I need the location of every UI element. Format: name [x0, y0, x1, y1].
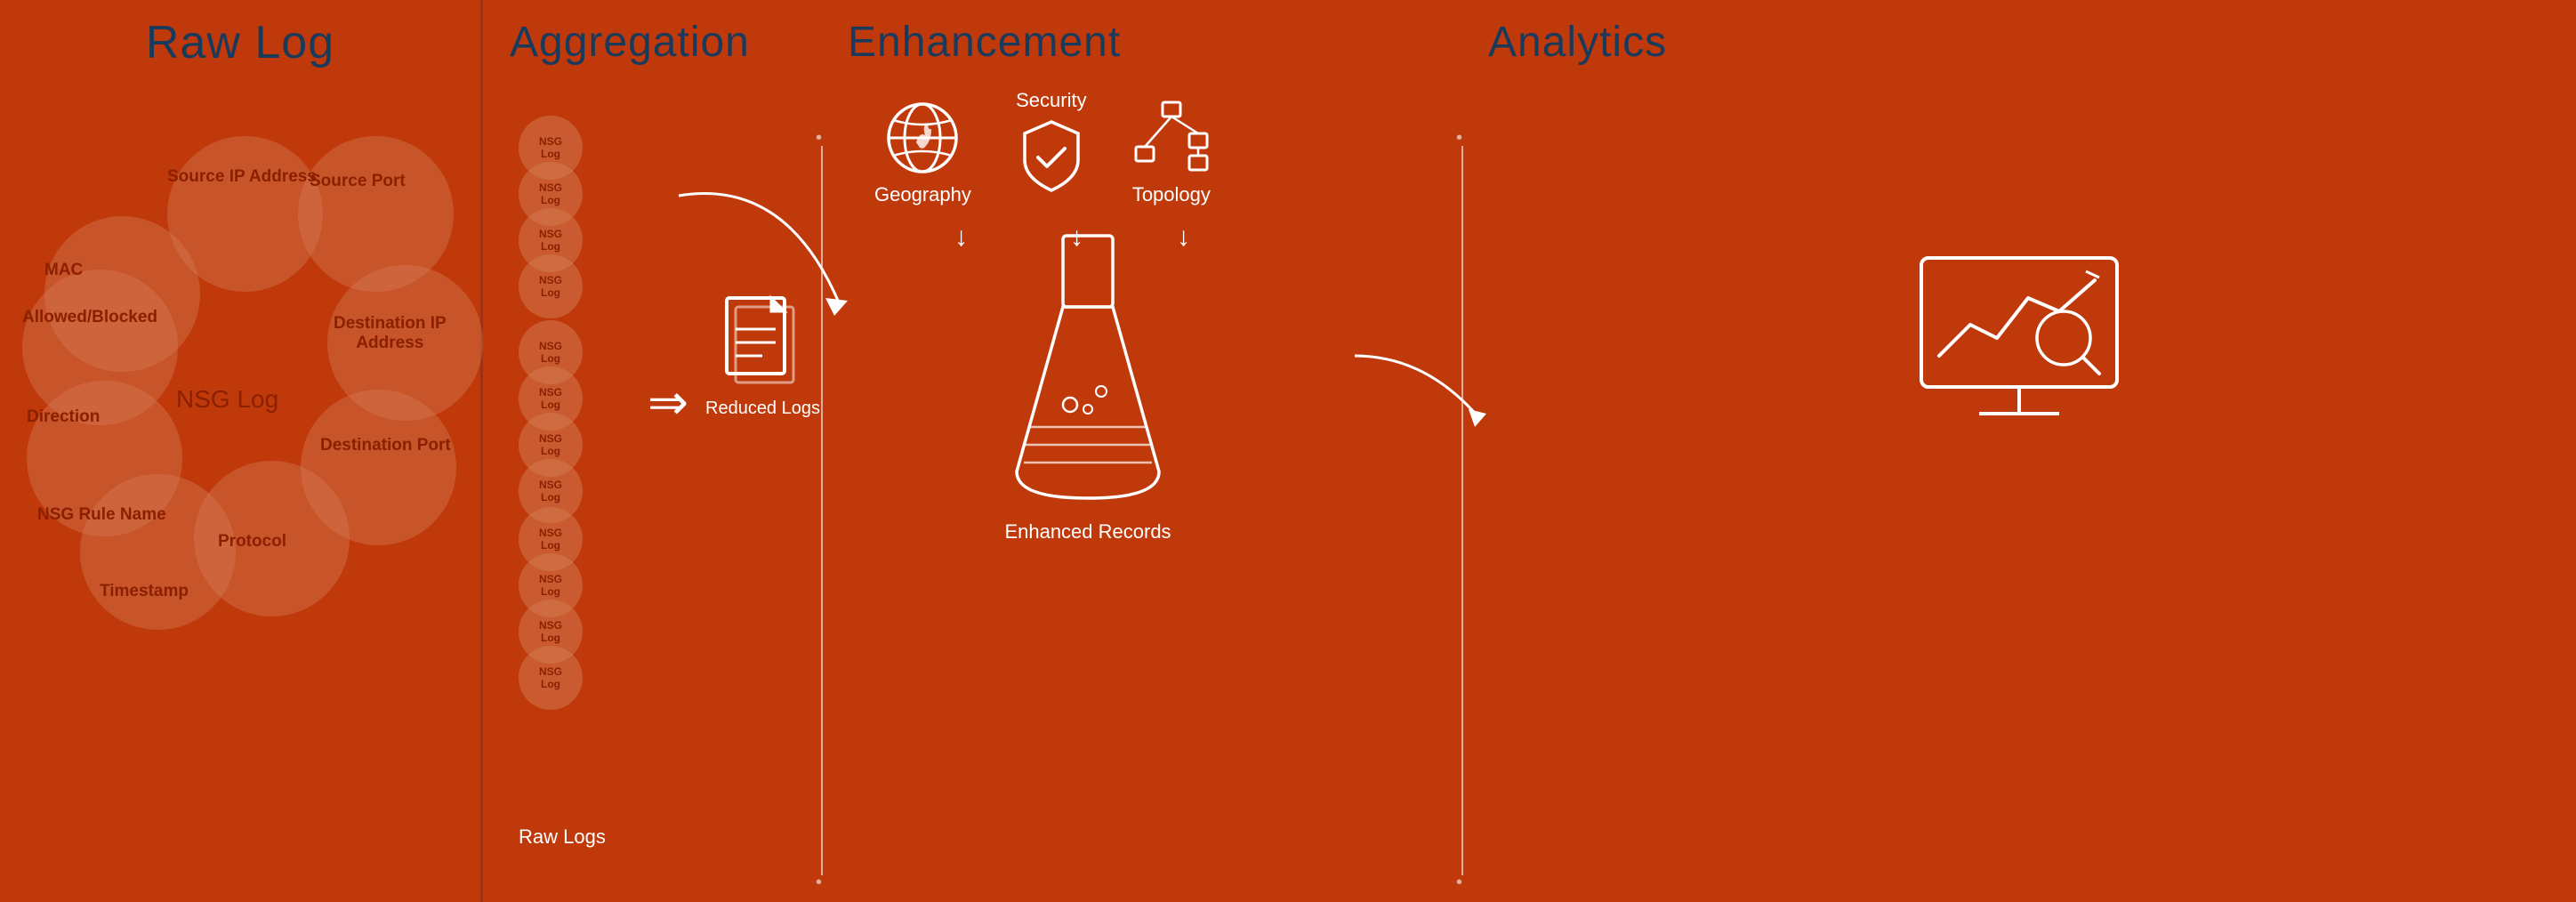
nsg-log-center-label: NSG Log: [176, 385, 278, 414]
shield-icon: [1016, 117, 1087, 197]
analytics-panel: Analytics: [1461, 0, 2576, 902]
nsg-circle-3d: NSGLog: [519, 646, 583, 710]
left-section: Raw Log MAC Source IP Address Source Por…: [0, 0, 480, 902]
enhancement-icons-row: Geography Security: [874, 89, 1212, 206]
enhanced-records-label: Enhanced Records: [1004, 520, 1171, 544]
flask-icon: [999, 231, 1177, 516]
down-arrow-1: ↓: [954, 222, 968, 253]
topology-icon-group: Topology: [1131, 98, 1212, 206]
reduced-logs-label: Reduced Logs: [705, 399, 820, 419]
circle-direction: [22, 270, 178, 425]
monitor-icon: [1912, 249, 2126, 427]
aggregation-panel: Aggregation NSGLog NSGLog NSGLog NSGLog …: [483, 0, 821, 902]
security-label: Security: [1016, 89, 1086, 112]
globe-icon: [882, 98, 962, 178]
analytics-title: Analytics: [1488, 18, 2576, 67]
curve-arrow-svg: [661, 178, 910, 356]
venn-diagram: MAC Source IP Address Source Port Destin…: [18, 78, 463, 861]
aggregation-title: Aggregation: [510, 18, 821, 67]
monitor-container: [1912, 249, 2126, 427]
down-arrow-3: ↓: [1177, 222, 1190, 253]
nsg-stack-1: NSGLog NSGLog NSGLog NSGLog: [519, 116, 583, 318]
enhancement-title: Enhancement: [848, 18, 1461, 67]
topology-icon: [1131, 98, 1212, 178]
nsg-stack-3: NSGLog NSGLog NSGLog NSGLog: [519, 507, 583, 710]
curve-arrow-container: [661, 178, 910, 360]
right-section: Aggregation NSGLog NSGLog NSGLog NSGLog …: [483, 0, 2576, 902]
raw-log-title: Raw Log: [146, 16, 334, 69]
raw-logs-label: Raw Logs: [519, 825, 606, 849]
nsg-circle-1d: NSGLog: [519, 254, 583, 318]
enhancement-panel: Enhancement Geography Security: [821, 0, 1461, 902]
nsg-stack-2: NSGLog NSGLog NSGLog NSGLog: [519, 320, 583, 523]
topology-label: Topology: [1132, 183, 1211, 206]
flask-container: Enhanced Records: [999, 231, 1177, 544]
security-icon-group: Security: [1016, 89, 1087, 197]
arrow-to-doc: ⇒: [648, 374, 688, 431]
